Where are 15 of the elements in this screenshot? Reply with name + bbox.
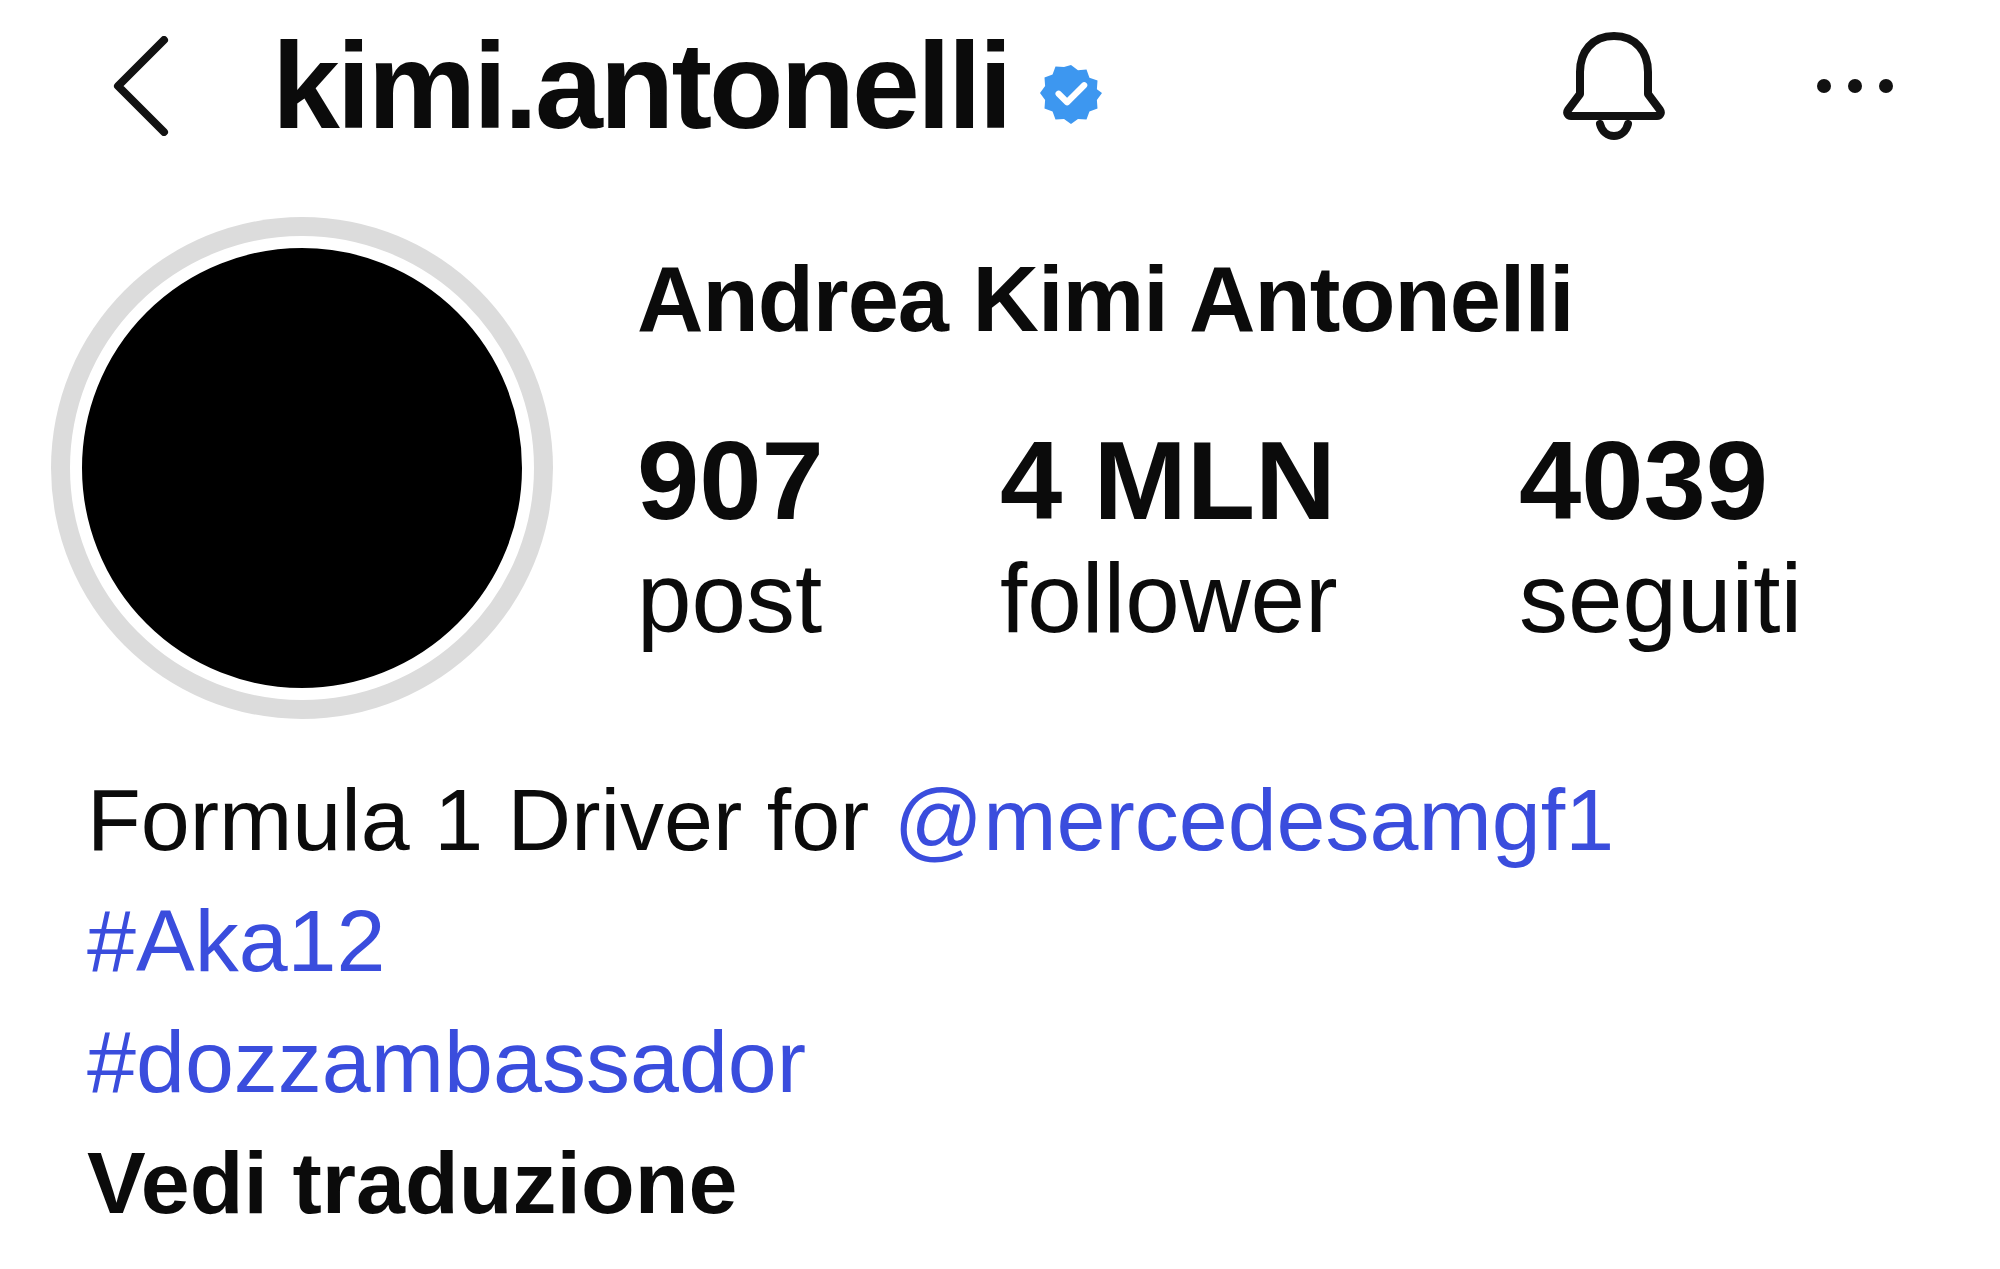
bio-text: Formula 1 Driver for @mercedesamgf1 (87, 769, 1616, 871)
stat-count[interactable]: 907 (637, 422, 1000, 540)
more-icon[interactable] (1816, 78, 1894, 94)
stat-count[interactable]: 4 MLN (1000, 422, 1519, 540)
mention-link[interactable]: @mercedesamgf1 (893, 770, 1615, 869)
bell-icon[interactable] (1562, 30, 1666, 142)
username: kimi.antonelli (272, 25, 1010, 147)
translate-link[interactable]: Vedi traduzione (87, 1122, 2000, 1243)
hashtag-link[interactable]: #dozzambassador (87, 1012, 807, 1111)
stat-label[interactable]: seguiti (1519, 539, 1819, 658)
stat-label[interactable]: follower (1000, 539, 1519, 658)
hashtag-link[interactable]: #Aka12 (87, 891, 386, 990)
display-name: Andrea Kimi Antonelli (637, 249, 1575, 351)
stat-label[interactable]: post (637, 539, 1000, 658)
stat-count[interactable]: 4039 (1519, 422, 1819, 540)
